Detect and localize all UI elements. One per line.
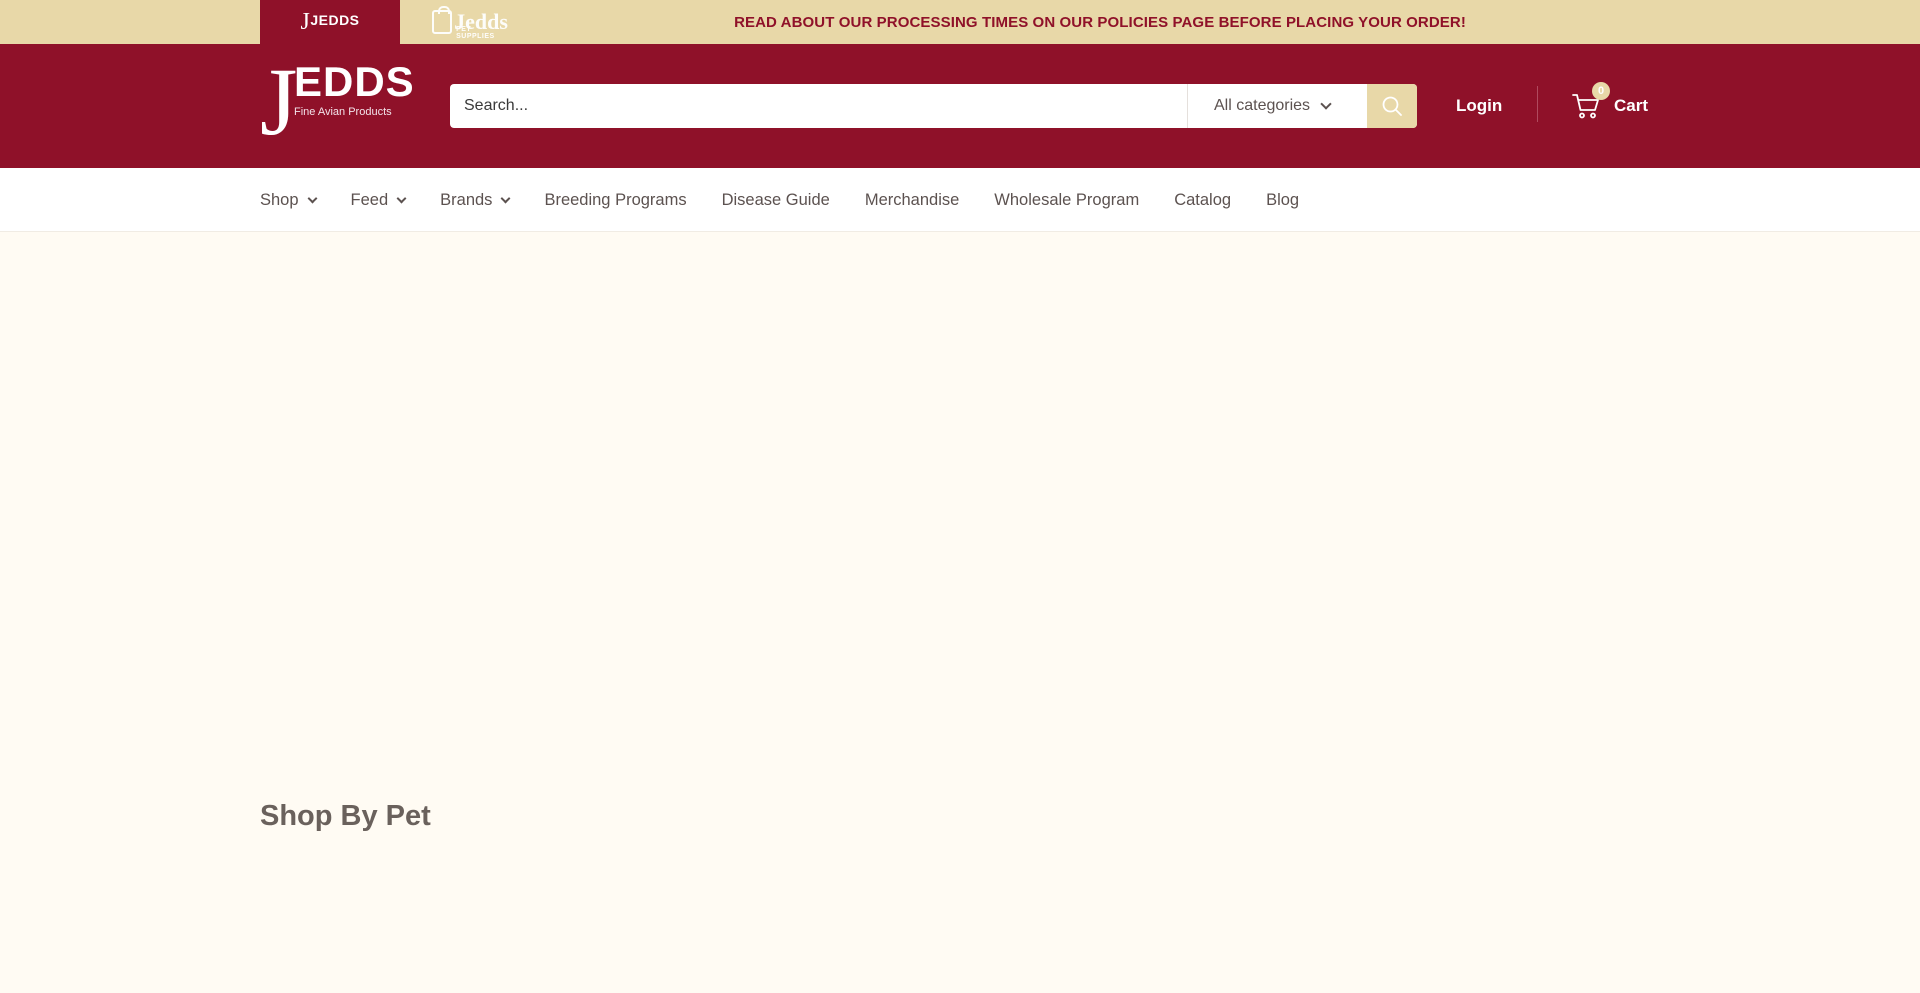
- cart-icon-wrap: 0: [1572, 82, 1610, 120]
- nav-item-feed[interactable]: Feed: [351, 191, 407, 210]
- nav-item-merchandise[interactable]: Merchandise: [865, 191, 959, 210]
- cart-label: Cart: [1614, 96, 1649, 115]
- search-button[interactable]: [1367, 84, 1417, 128]
- category-select-value: All categories: [1214, 97, 1311, 114]
- nav-item-breeding-programs[interactable]: Breeding Programs: [544, 191, 686, 210]
- category-select[interactable]: All categories: [1187, 84, 1367, 128]
- header-divider: [1537, 86, 1538, 122]
- jedds-mini-logo: JJEDDS: [300, 8, 360, 35]
- announcement-text[interactable]: READ ABOUT OUR PROCESSING TIMES ON OUR P…: [540, 0, 1660, 44]
- nav-item-brands[interactable]: Brands: [440, 191, 511, 210]
- cart-button[interactable]: 0 Cart: [1572, 82, 1649, 124]
- nav-item-disease-guide[interactable]: Disease Guide: [722, 191, 830, 210]
- chevron-down-icon: [307, 193, 317, 203]
- logo-wordmark: EDDS: [294, 58, 415, 105]
- search-bar: All categories: [450, 84, 1417, 128]
- announcement-bar: JJEDDS Jedds PET SUPPLIES READ ABOUT OUR…: [0, 0, 1920, 44]
- store-tab-jedds[interactable]: JJEDDS: [260, 0, 400, 44]
- site-logo[interactable]: J EDDS Fine Avian Products: [260, 54, 414, 152]
- chevron-down-icon: [1320, 98, 1332, 110]
- nav-item-shop[interactable]: Shop: [260, 191, 317, 210]
- store-tab-pet-supplies[interactable]: Jedds PET SUPPLIES: [400, 0, 540, 44]
- nav-item-catalog[interactable]: Catalog: [1174, 191, 1231, 210]
- nav-item-blog[interactable]: Blog: [1266, 191, 1299, 210]
- site-header: J EDDS Fine Avian Products All categorie…: [0, 44, 1920, 168]
- section-title-shop-by-pet: Shop By Pet: [260, 800, 431, 832]
- cart-count-badge: 0: [1592, 82, 1610, 100]
- search-input[interactable]: [450, 84, 1187, 128]
- chevron-down-icon: [396, 193, 407, 203]
- logo-tagline: Fine Avian Products: [294, 106, 392, 118]
- jedds-pet-supplies-logo: Jedds PET SUPPLIES: [432, 6, 508, 40]
- logo-j: J: [260, 48, 298, 155]
- chevron-down-icon: [500, 193, 511, 203]
- search-icon: [1382, 96, 1402, 116]
- login-link[interactable]: Login: [1456, 94, 1502, 118]
- nav-item-wholesale-program[interactable]: Wholesale Program: [994, 191, 1139, 210]
- shopping-bag-icon: [432, 6, 453, 34]
- main-nav: Shop Feed Brands Breeding Programs Disea…: [0, 168, 1920, 232]
